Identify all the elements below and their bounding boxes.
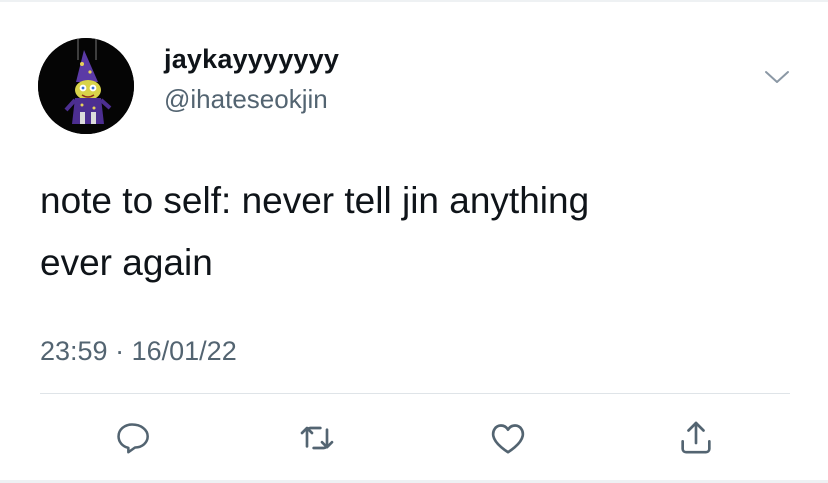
share-button[interactable] — [676, 418, 716, 458]
share-icon — [681, 421, 711, 454]
tweet-date: 16/01/22 — [131, 336, 237, 366]
author-handle[interactable]: @ihateseokjin — [164, 84, 328, 115]
tweet-time: 23:59 — [40, 336, 108, 366]
reply-button[interactable] — [112, 418, 152, 458]
top-separator — [0, 0, 828, 2]
author-display-name[interactable]: jaykayyyyyyy — [164, 44, 339, 75]
tweet-text: note to self: never tell jin anything ev… — [40, 170, 760, 294]
reply-icon — [117, 423, 149, 454]
meta-separator: · — [115, 336, 125, 366]
avatar[interactable] — [38, 38, 134, 134]
tweet-text-line: ever again — [40, 242, 213, 283]
tweet-timestamp[interactable]: 23:59 · 16/01/22 — [40, 336, 237, 367]
retweet-icon — [300, 426, 334, 450]
actions-divider — [40, 393, 790, 394]
more-options-button[interactable] — [762, 64, 792, 90]
avatar-image — [38, 38, 134, 134]
like-button[interactable] — [488, 418, 528, 458]
chevron-down-icon — [765, 71, 789, 83]
heart-icon — [491, 424, 525, 454]
tweet-text-line: note to self: never tell jin anything — [40, 180, 590, 221]
retweet-button[interactable] — [297, 418, 337, 458]
